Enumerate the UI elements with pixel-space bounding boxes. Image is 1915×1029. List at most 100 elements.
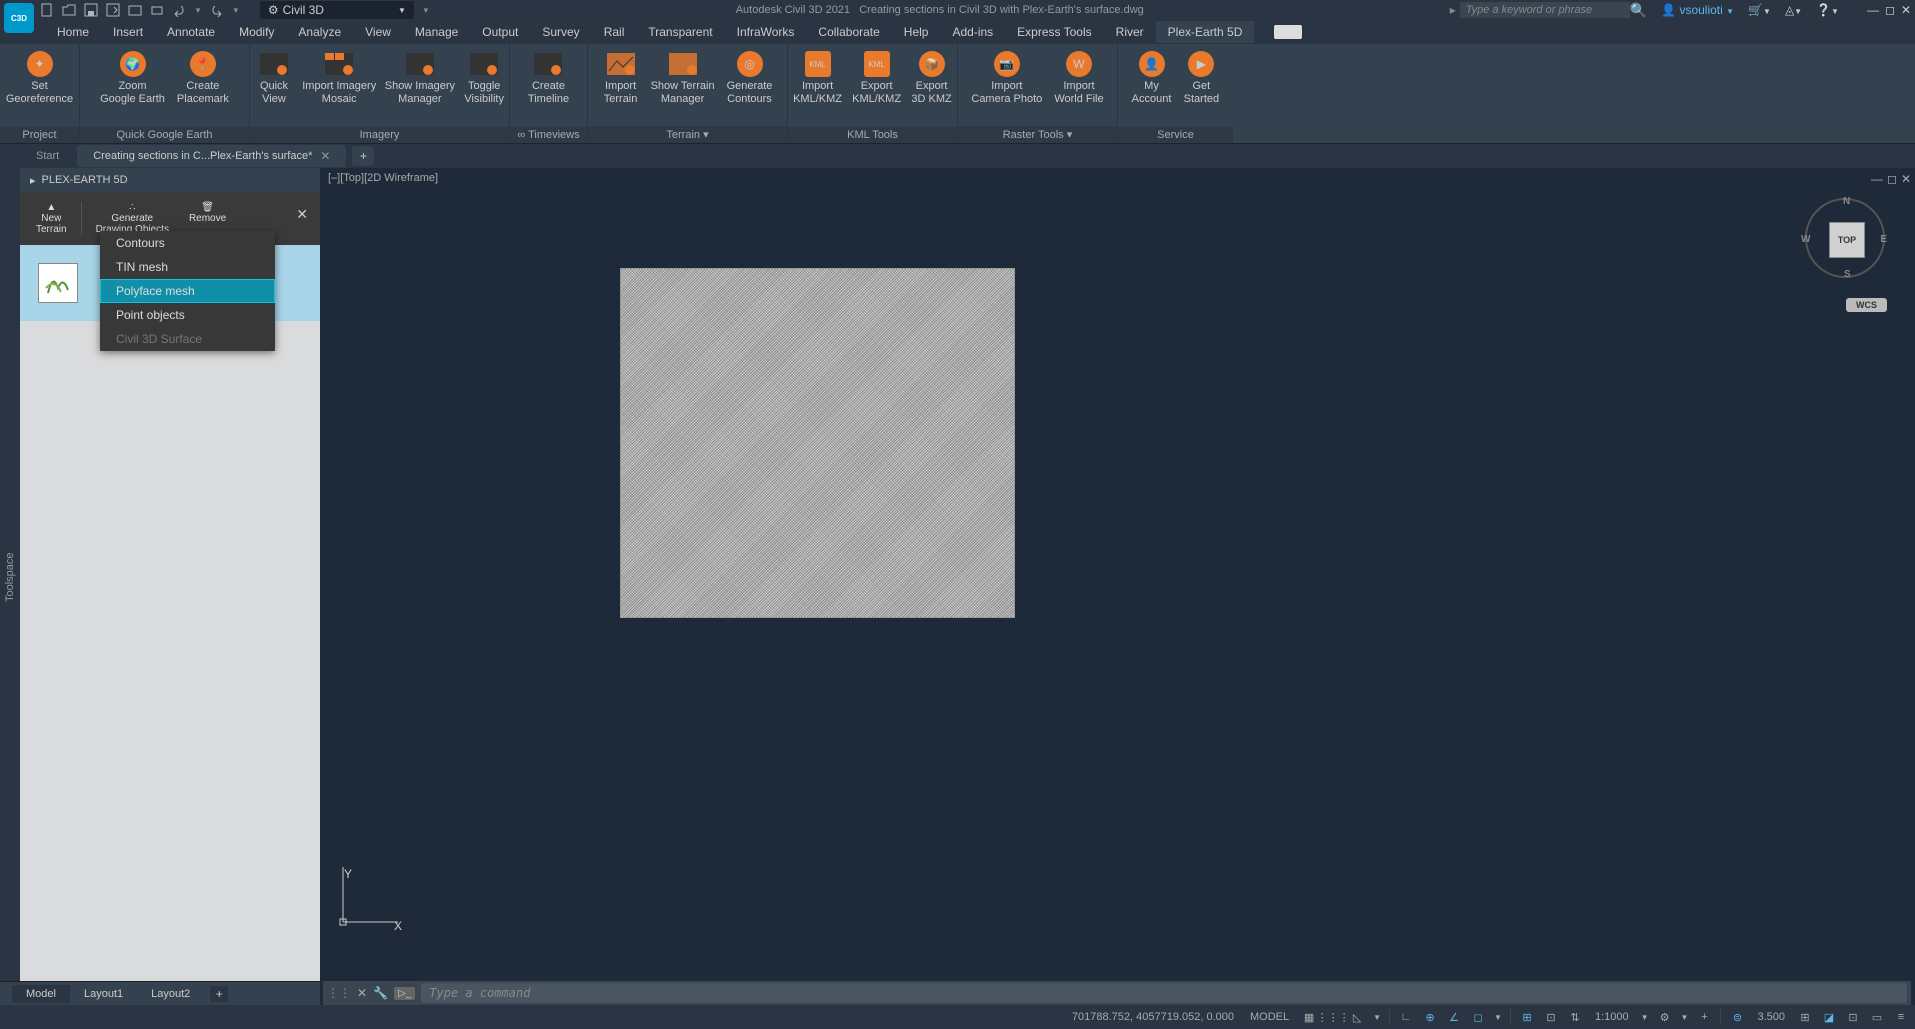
import-cameraphoto-button[interactable]: 📷Import Camera Photo xyxy=(965,48,1048,107)
vp-minimize-icon[interactable]: — xyxy=(1871,172,1883,186)
transparency-icon[interactable]: ⊡ xyxy=(1543,1009,1559,1025)
cmdline-customize-icon[interactable]: 🔧 xyxy=(373,986,388,1000)
gear-icon[interactable]: ⚙ xyxy=(1657,1009,1673,1025)
undo-icon[interactable] xyxy=(172,3,186,17)
panel-title[interactable]: Terrain ▾ xyxy=(588,126,787,143)
restore-button[interactable]: ◻ xyxy=(1885,3,1895,17)
close-icon[interactable]: ✕ xyxy=(320,149,330,163)
vp-restore-icon[interactable]: ◻ xyxy=(1887,172,1897,186)
command-input[interactable] xyxy=(421,983,1907,1003)
menu-infraworks[interactable]: InfraWorks xyxy=(725,21,807,43)
viewcube-west[interactable]: W xyxy=(1801,234,1810,245)
menuitem-polyfacemesh[interactable]: Polyface mesh xyxy=(100,279,275,303)
toolspace-tab[interactable]: Toolspace xyxy=(0,168,20,987)
ortho-icon[interactable]: ∟ xyxy=(1398,1009,1414,1025)
show-imagery-manager-button[interactable]: Show Imagery Manager xyxy=(380,48,459,107)
my-account-button[interactable]: 👤My Account xyxy=(1126,48,1178,107)
isolate-icon[interactable]: ◪ xyxy=(1821,1009,1837,1025)
zoom-googleearth-button[interactable]: 🌍Zoom Google Earth xyxy=(94,48,171,107)
polar-icon[interactable]: ⊕ xyxy=(1422,1009,1438,1025)
palette-close-icon[interactable]: ✕ xyxy=(296,206,308,223)
panel-title[interactable]: Raster Tools ▾ xyxy=(958,126,1117,143)
export-3dkmz-button[interactable]: 📦Export 3D KMZ xyxy=(906,48,957,107)
viewcube-face[interactable]: TOP xyxy=(1829,222,1865,258)
ucs-icon[interactable]: YX xyxy=(338,857,408,927)
osnap-icon[interactable]: ◻ xyxy=(1470,1009,1486,1025)
ribbon-toggle[interactable] xyxy=(1274,25,1302,39)
search-input[interactable] xyxy=(1460,2,1630,18)
terrain-thumbnail[interactable] xyxy=(38,263,78,303)
palette-header[interactable]: ▸ PLEX-EARTH 5D xyxy=(20,168,320,192)
save-icon[interactable] xyxy=(84,3,98,17)
new-icon[interactable] xyxy=(40,3,54,17)
search-arrow-icon[interactable]: ▸ xyxy=(1450,3,1456,17)
minimize-button[interactable]: — xyxy=(1867,3,1879,17)
menu-collaborate[interactable]: Collaborate xyxy=(806,21,891,43)
show-terrain-manager-button[interactable]: Show Terrain Manager xyxy=(645,48,721,107)
redo-dropdown[interactable]: ▼ xyxy=(232,6,240,15)
menu-home[interactable]: Home xyxy=(45,21,101,43)
menu-manage[interactable]: Manage xyxy=(403,21,470,43)
get-started-button[interactable]: ▶Get Started xyxy=(1177,48,1225,107)
cmdline-close-icon[interactable]: ✕ xyxy=(357,986,367,1000)
autodesk-icon[interactable]: ◬▼ xyxy=(1785,3,1802,17)
quickprops-icon[interactable]: ⊜ xyxy=(1729,1009,1745,1025)
hardware-icon[interactable]: ⊡ xyxy=(1845,1009,1861,1025)
menu-survey[interactable]: Survey xyxy=(530,21,591,43)
search-icon[interactable]: 🔍 xyxy=(1630,2,1647,19)
new-terrain-button[interactable]: ▲New Terrain xyxy=(28,198,75,239)
tab-layout2[interactable]: Layout2 xyxy=(137,985,204,1003)
infer-icon[interactable]: ◺ xyxy=(1349,1009,1365,1025)
import-imagery-mosaic-button[interactable]: Import Imagery Mosaic xyxy=(298,48,380,107)
toggle-visibility-button[interactable]: Toggle Visibility xyxy=(459,48,509,107)
menu-rail[interactable]: Rail xyxy=(592,21,637,43)
menu-transparent[interactable]: Transparent xyxy=(636,21,724,43)
viewport[interactable]: [–][Top][2D Wireframe] — ◻ ✕ N S E W TOP… xyxy=(320,168,1915,987)
undo-dropdown[interactable]: ▼ xyxy=(194,6,202,15)
view-cube[interactable]: N S E W TOP xyxy=(1805,198,1885,278)
user-icon[interactable]: 👤 vsoulioti ▼ xyxy=(1661,3,1734,17)
units-icon[interactable]: ⊞ xyxy=(1797,1009,1813,1025)
import-terrain-button[interactable]: Import Terrain xyxy=(597,48,645,107)
menu-addins[interactable]: Add-ins xyxy=(940,21,1005,43)
menuitem-pointobjects[interactable]: Point objects xyxy=(100,303,275,327)
close-button[interactable]: ✕ xyxy=(1901,3,1911,17)
lock-icon[interactable]: + xyxy=(1696,1009,1712,1025)
wcs-badge[interactable]: WCS xyxy=(1846,298,1887,312)
snap-icon[interactable]: ⋮⋮⋮ xyxy=(1325,1009,1341,1025)
sb-dropdown1[interactable]: ▼ xyxy=(1373,1013,1381,1022)
tab-current[interactable]: Creating sections in C...Plex-Earth's su… xyxy=(77,145,346,167)
generate-contours-button[interactable]: ◎Generate Contours xyxy=(721,48,779,107)
cycling-icon[interactable]: ⇅ xyxy=(1567,1009,1583,1025)
workspace-dropdown[interactable]: ⚙ Civil 3D ▼ xyxy=(260,1,414,19)
menu-plexearth5d[interactable]: Plex-Earth 5D xyxy=(1156,21,1255,43)
menu-expresstools[interactable]: Express Tools xyxy=(1005,21,1103,43)
quick-view-button[interactable]: Quick View xyxy=(250,48,298,107)
create-placemark-button[interactable]: 📍Create Placemark xyxy=(171,48,235,107)
viewcube-north[interactable]: N xyxy=(1843,196,1850,207)
set-georeference-button[interactable]: ✦Set Georeference xyxy=(0,48,79,107)
vp-close-icon[interactable]: ✕ xyxy=(1901,172,1911,186)
model-space-toggle[interactable]: MODEL xyxy=(1246,1009,1293,1025)
export-kml-button[interactable]: KMLExport KML/KMZ xyxy=(847,48,906,107)
lineweight-icon[interactable]: ⊞ xyxy=(1519,1009,1535,1025)
isodraft-icon[interactable]: ∠ xyxy=(1446,1009,1462,1025)
menu-insert[interactable]: Insert xyxy=(101,21,155,43)
import-kml-button[interactable]: KMLImport KML/KMZ xyxy=(788,48,847,107)
sb-dropdown4[interactable]: ▼ xyxy=(1681,1013,1689,1022)
terrain-mesh-object[interactable] xyxy=(620,268,1015,618)
menu-modify[interactable]: Modify xyxy=(227,21,286,43)
cleanscreen-icon[interactable]: ▭ xyxy=(1869,1009,1885,1025)
tab-model[interactable]: Model xyxy=(12,985,70,1003)
customize-icon[interactable]: ≡ xyxy=(1893,1009,1909,1025)
add-tab-button[interactable]: + xyxy=(352,146,374,166)
grid-icon[interactable]: ▦ xyxy=(1301,1009,1317,1025)
viewport-controls[interactable]: [–][Top][2D Wireframe] xyxy=(328,172,438,184)
web-icon[interactable] xyxy=(128,3,142,17)
import-worldfile-button[interactable]: WImport World File xyxy=(1048,48,1109,107)
create-timeline-button[interactable]: Create Timeline xyxy=(522,48,575,107)
menu-annotate[interactable]: Annotate xyxy=(155,21,227,43)
viewcube-east[interactable]: E xyxy=(1880,234,1887,245)
help-icon[interactable]: ❔▼ xyxy=(1816,3,1839,17)
annoscale-readout[interactable]: 1:1000 xyxy=(1591,1009,1633,1025)
